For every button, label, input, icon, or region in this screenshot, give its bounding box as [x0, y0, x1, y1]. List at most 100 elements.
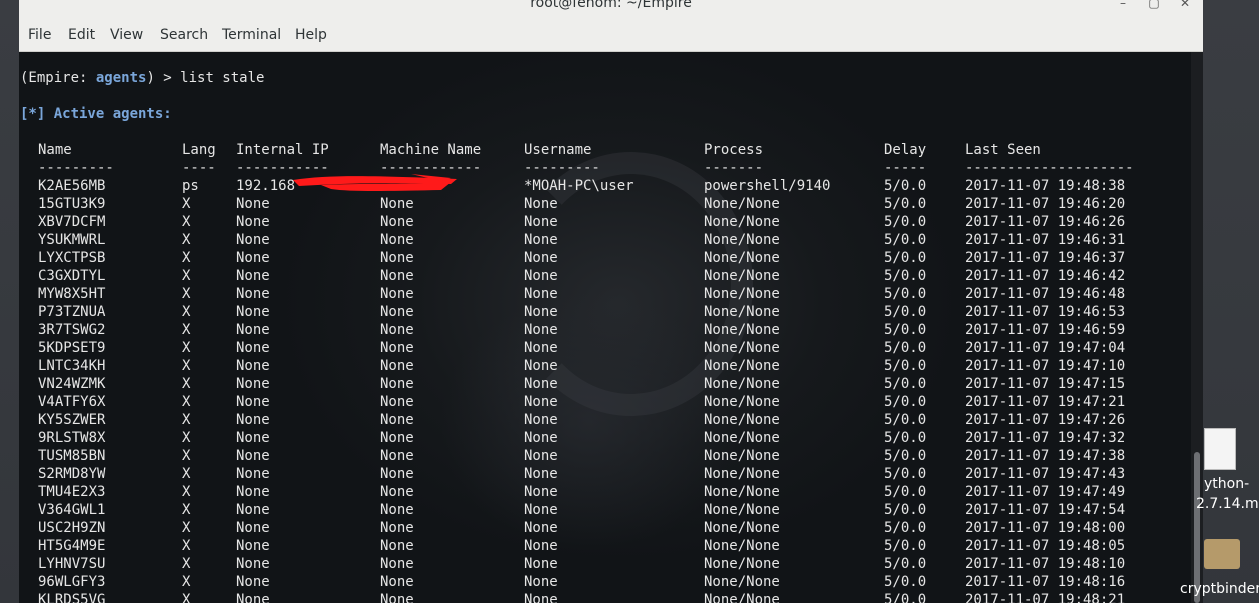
cell-process: powershell/9140: [704, 178, 831, 194]
cell-name: LYXCTPSB: [38, 250, 106, 266]
redaction-scribble: [293, 174, 457, 191]
cell-last-seen: 2017-11-07 19:47:21: [965, 394, 1126, 410]
cell-delay: 5/0.0: [884, 196, 927, 212]
cell-process: None/None: [704, 286, 780, 302]
separator-name: ---------: [38, 160, 114, 176]
column-header-delay: Delay: [884, 142, 927, 158]
cell-delay: 5/0.0: [884, 556, 927, 572]
column-header-name: Name: [38, 142, 72, 158]
cell-username: None: [524, 340, 558, 356]
cell-internal-ip: None: [236, 520, 270, 536]
cell-delay: 5/0.0: [884, 376, 927, 392]
cell-name: V364GWL1: [38, 502, 106, 518]
cell-process: None/None: [704, 196, 780, 212]
cell-internal-ip: None: [236, 304, 270, 320]
menu-view[interactable]: View: [110, 27, 143, 43]
menu-search[interactable]: Search: [160, 27, 208, 43]
cell-lang: X: [182, 556, 191, 572]
cell-name: V4ATFY6X: [38, 394, 106, 410]
cell-internal-ip: None: [236, 538, 270, 554]
cell-name: KY5SZWER: [38, 412, 106, 428]
cell-process: None/None: [704, 430, 780, 446]
column-header-last-seen: Last Seen: [965, 142, 1041, 158]
cell-name: XBV7DCFM: [38, 214, 106, 230]
desktop-file-python-msi[interactable]: ython- 2.7.14.msi: [1196, 428, 1259, 518]
cell-name: YSUKMWRL: [38, 232, 106, 248]
separator-username: ---------: [524, 160, 600, 176]
cell-internal-ip: None: [236, 250, 270, 266]
cell-delay: 5/0.0: [884, 430, 927, 446]
cell-machine-name: None: [380, 268, 414, 284]
cell-machine-name: None: [380, 448, 414, 464]
cell-lang: X: [182, 502, 191, 518]
cell-name: KLRDS5VG: [38, 592, 106, 603]
cell-machine-name: None: [380, 340, 414, 356]
active-agents-header: [*] Active agents:: [20, 106, 172, 122]
menu-help[interactable]: Help: [295, 27, 327, 43]
cell-machine-name: None: [380, 376, 414, 392]
cell-lang: X: [182, 430, 191, 446]
cell-machine-name: None: [380, 196, 414, 212]
cell-name: LNTC34KH: [38, 358, 106, 374]
title-bar[interactable]: root@fenom: ~/Empire – ▢ ✕: [19, 0, 1203, 14]
separator-process: -------: [704, 160, 764, 176]
cell-name: K2AE56MB: [38, 178, 106, 194]
cell-internal-ip: None: [236, 556, 270, 572]
cell-delay: 5/0.0: [884, 448, 927, 464]
cell-username: None: [524, 286, 558, 302]
desktop-folder-cryptbinder[interactable]: cryptbinder: [1180, 535, 1259, 603]
cell-delay: 5/0.0: [884, 358, 927, 374]
cell-process: None/None: [704, 448, 780, 464]
cell-name: P73TZNUA: [38, 304, 106, 320]
cell-machine-name: None: [380, 520, 414, 536]
cell-process: None/None: [704, 412, 780, 428]
cell-username: None: [524, 394, 558, 410]
cell-name: TMU4E2X3: [38, 484, 106, 500]
cell-last-seen: 2017-11-07 19:47:10: [965, 358, 1126, 374]
terminal-window: root@fenom: ~/Empire – ▢ ✕ File Edit Vie…: [19, 0, 1203, 603]
cell-process: None/None: [704, 502, 780, 518]
terminal-output[interactable]: (Empire: agents) > list stale [*] Active…: [19, 52, 1191, 603]
cell-last-seen: 2017-11-07 19:46:26: [965, 214, 1126, 230]
menu-edit[interactable]: Edit: [68, 27, 95, 43]
cell-lang: X: [182, 412, 191, 428]
cell-machine-name: None: [380, 430, 414, 446]
cell-username: None: [524, 232, 558, 248]
cell-lang: ps: [182, 178, 199, 194]
cell-delay: 5/0.0: [884, 178, 927, 194]
minimize-icon[interactable]: –: [1116, 0, 1130, 11]
cell-internal-ip: None: [236, 322, 270, 338]
cell-lang: X: [182, 484, 191, 500]
cell-machine-name: None: [380, 484, 414, 500]
menu-terminal[interactable]: Terminal: [222, 27, 281, 43]
cell-process: None/None: [704, 592, 780, 603]
cell-last-seen: 2017-11-07 19:46:31: [965, 232, 1126, 248]
cell-delay: 5/0.0: [884, 304, 927, 320]
cell-machine-name: None: [380, 358, 414, 374]
cell-process: None/None: [704, 484, 780, 500]
cell-internal-ip: None: [236, 286, 270, 302]
cell-machine-name: None: [380, 394, 414, 410]
cell-lang: X: [182, 394, 191, 410]
cell-internal-ip: None: [236, 574, 270, 590]
cell-process: None/None: [704, 574, 780, 590]
cell-lang: X: [182, 592, 191, 603]
desktop-file-label-2: 2.7.14.msi: [1196, 496, 1259, 512]
cell-machine-name: None: [380, 502, 414, 518]
cell-internal-ip: None: [236, 196, 270, 212]
cell-process: None/None: [704, 340, 780, 356]
maximize-icon[interactable]: ▢: [1147, 0, 1161, 11]
cell-last-seen: 2017-11-07 19:46:59: [965, 322, 1126, 338]
terminal-scrollbar[interactable]: [1191, 52, 1203, 603]
cell-name: 3R7TSWG2: [38, 322, 106, 338]
cell-last-seen: 2017-11-07 19:48:16: [965, 574, 1126, 590]
cell-lang: X: [182, 376, 191, 392]
cell-last-seen: 2017-11-07 19:47:32: [965, 430, 1126, 446]
close-icon[interactable]: ✕: [1178, 0, 1192, 11]
cell-process: None/None: [704, 466, 780, 482]
cell-username: None: [524, 268, 558, 284]
cell-username: None: [524, 412, 558, 428]
cell-internal-ip: None: [236, 232, 270, 248]
cell-machine-name: None: [380, 466, 414, 482]
menu-file[interactable]: File: [28, 27, 51, 43]
